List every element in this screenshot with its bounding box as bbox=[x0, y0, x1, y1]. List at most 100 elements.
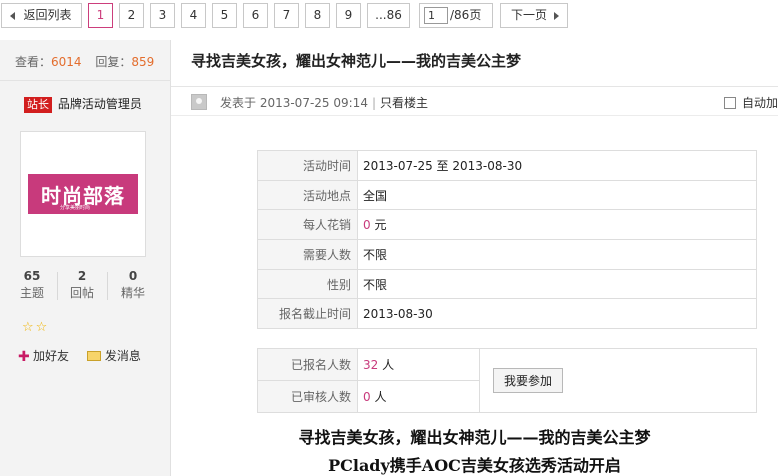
chevron-right-icon bbox=[554, 12, 559, 20]
count-value: 2 bbox=[77, 269, 87, 283]
field-label: 需要人数 bbox=[257, 239, 358, 270]
join-button[interactable]: 我要参加 bbox=[493, 368, 564, 393]
field-label: 已报名人数 bbox=[257, 348, 358, 381]
approved-count: 0 bbox=[363, 390, 371, 404]
avatar[interactable]: 时尚部落 分享美丽时尚 bbox=[20, 131, 146, 257]
page-total-label: /86页 bbox=[450, 8, 482, 22]
field-value: 0 元 bbox=[357, 209, 757, 241]
envelope-icon bbox=[86, 351, 101, 361]
page-button-2[interactable]: 2 bbox=[119, 3, 144, 28]
only-op-link[interactable]: 只看楼主 bbox=[380, 96, 428, 110]
add-friend-button[interactable]: ✚ 加好友 bbox=[18, 347, 69, 365]
replies-label: 回复： bbox=[95, 55, 132, 69]
field-label: 性别 bbox=[257, 268, 358, 300]
back-to-list-button[interactable]: 返回列表 bbox=[1, 3, 82, 28]
page-button-7[interactable]: 7 bbox=[274, 3, 299, 28]
auto-toggle[interactable]: 自动加 bbox=[724, 94, 778, 111]
signup-table: 已报名人数 32 人 我要参加 已审核人数 0 人 bbox=[257, 348, 757, 413]
activity-info-table: 活动时间 2013-07-25 至 2013-08-30 活动地点 全国 每人花… bbox=[257, 150, 757, 330]
page-button-1[interactable]: 1 bbox=[88, 3, 113, 28]
author-counts: 65 主题 2 回帖 0 精华 bbox=[0, 268, 171, 308]
page-button-4[interactable]: 4 bbox=[181, 3, 206, 28]
page-jump: /86页 bbox=[419, 3, 493, 28]
page-button-5[interactable]: 5 bbox=[212, 3, 237, 28]
field-label: 已审核人数 bbox=[257, 380, 358, 413]
field-label: 活动时间 bbox=[257, 150, 358, 181]
table-row: 需要人数 不限 bbox=[257, 239, 757, 270]
avatar-logo-band: 时尚部落 分享美丽时尚 bbox=[28, 174, 138, 214]
back-to-list-label: 返回列表 bbox=[23, 8, 72, 22]
avatar-image: 时尚部落 分享美丽时尚 bbox=[25, 136, 141, 252]
table-row: 每人花销 0 元 bbox=[257, 209, 757, 241]
page-jump-input[interactable] bbox=[424, 7, 448, 24]
count-label: 回帖 bbox=[69, 286, 94, 300]
add-friend-label: 加好友 bbox=[33, 349, 70, 363]
field-value: 不限 bbox=[357, 239, 757, 270]
field-value: 2013-08-30 bbox=[357, 298, 757, 330]
plus-icon: ✚ bbox=[18, 349, 30, 365]
next-page-button[interactable]: 下一页 bbox=[500, 3, 568, 28]
approved-unit: 人 bbox=[370, 390, 387, 404]
views-label: 查看： bbox=[15, 55, 52, 69]
field-label: 活动地点 bbox=[257, 179, 358, 211]
send-message-label: 发消息 bbox=[104, 349, 141, 363]
chevron-left-icon bbox=[10, 12, 15, 20]
count-value: 0 bbox=[128, 269, 138, 283]
avatar-logo-tagline: 分享美丽时尚 bbox=[60, 205, 91, 211]
next-page-label: 下一页 bbox=[510, 8, 547, 22]
divider: | bbox=[371, 96, 376, 110]
count-value: 65 bbox=[23, 269, 41, 283]
author-sidebar: 查看：6014 回复：859 站长 品牌活动管理员 时尚部落 分享美丽时尚 65… bbox=[0, 40, 171, 476]
divider bbox=[107, 272, 108, 300]
field-value: 全国 bbox=[357, 179, 757, 211]
count-label: 主题 bbox=[19, 286, 44, 300]
send-message-button[interactable]: 发消息 bbox=[86, 347, 141, 364]
field-value: 不限 bbox=[357, 268, 757, 300]
registered-count: 32 bbox=[363, 358, 379, 372]
auto-checkbox[interactable] bbox=[724, 97, 736, 109]
table-row: 活动时间 2013-07-25 至 2013-08-30 bbox=[257, 150, 757, 181]
table-row: 已报名人数 32 人 我要参加 bbox=[257, 348, 757, 413]
rank-stars: ☆ ☆ bbox=[22, 320, 49, 335]
field-value: 2013-07-25 至 2013-08-30 bbox=[357, 150, 757, 181]
page-button-6[interactable]: 6 bbox=[243, 3, 268, 28]
count-label: 精华 bbox=[120, 286, 145, 300]
star-icon: ☆ bbox=[35, 320, 48, 335]
table-row: 性别 不限 bbox=[257, 268, 757, 300]
replies-count: 859 bbox=[131, 55, 155, 69]
page-button-9[interactable]: 9 bbox=[336, 3, 361, 28]
registered-unit: 人 bbox=[378, 358, 395, 372]
content-subheading: PClady携手AOC吉美女孩选秀活动开启 bbox=[328, 456, 621, 475]
pagination-bar: 返回列表 1 2 3 4 5 6 7 8 9 ...86 /86页 下一页 bbox=[0, 0, 778, 32]
author-actions: ✚ 加好友 发消息 bbox=[18, 347, 155, 365]
thread-stats: 查看：6014 回复：859 bbox=[15, 53, 154, 70]
field-value: 0 人 bbox=[357, 380, 480, 413]
table-row: 报名截止时间 2013-08-30 bbox=[257, 298, 757, 330]
page-button-3[interactable]: 3 bbox=[150, 3, 175, 28]
star-icon: ☆ bbox=[22, 320, 34, 335]
author-name[interactable]: 品牌活动管理员 bbox=[58, 97, 142, 111]
content-heading: 寻找吉美女孩，耀出女神范儿——我的吉美公主梦 bbox=[298, 428, 651, 447]
cost-value: 0 bbox=[363, 218, 371, 233]
page-button-last[interactable]: ...86 bbox=[367, 3, 410, 28]
post-meta: 发表于 2013-07-25 09:14 | 只看楼主 bbox=[220, 94, 428, 111]
thread-title: 寻找吉美女孩，耀出女神范儿——我的吉美公主梦 bbox=[191, 52, 522, 70]
admin-badge: 站长 bbox=[24, 97, 52, 113]
post-timestamp: 发表于 2013-07-25 09:14 bbox=[220, 96, 368, 110]
post-status-icon bbox=[191, 94, 207, 110]
count-digest[interactable]: 0 精华 bbox=[109, 268, 157, 302]
field-label: 每人花销 bbox=[257, 209, 358, 241]
field-value: 32 人 bbox=[357, 348, 480, 381]
auto-label: 自动加 bbox=[742, 96, 778, 110]
count-replies[interactable]: 2 回帖 bbox=[58, 268, 106, 302]
join-cell: 我要参加 bbox=[479, 348, 757, 413]
table-row: 活动地点 全国 bbox=[257, 179, 757, 211]
cost-unit: 元 bbox=[370, 218, 387, 233]
divider bbox=[0, 80, 171, 81]
author-line: 站长 品牌活动管理员 bbox=[24, 95, 142, 113]
views-count: 6014 bbox=[51, 55, 82, 69]
post-meta-bar: 发表于 2013-07-25 09:14 | 只看楼主 自动加 bbox=[171, 86, 778, 116]
count-topics[interactable]: 65 主题 bbox=[8, 268, 56, 302]
field-label: 报名截止时间 bbox=[257, 298, 358, 330]
page-button-8[interactable]: 8 bbox=[305, 3, 330, 28]
